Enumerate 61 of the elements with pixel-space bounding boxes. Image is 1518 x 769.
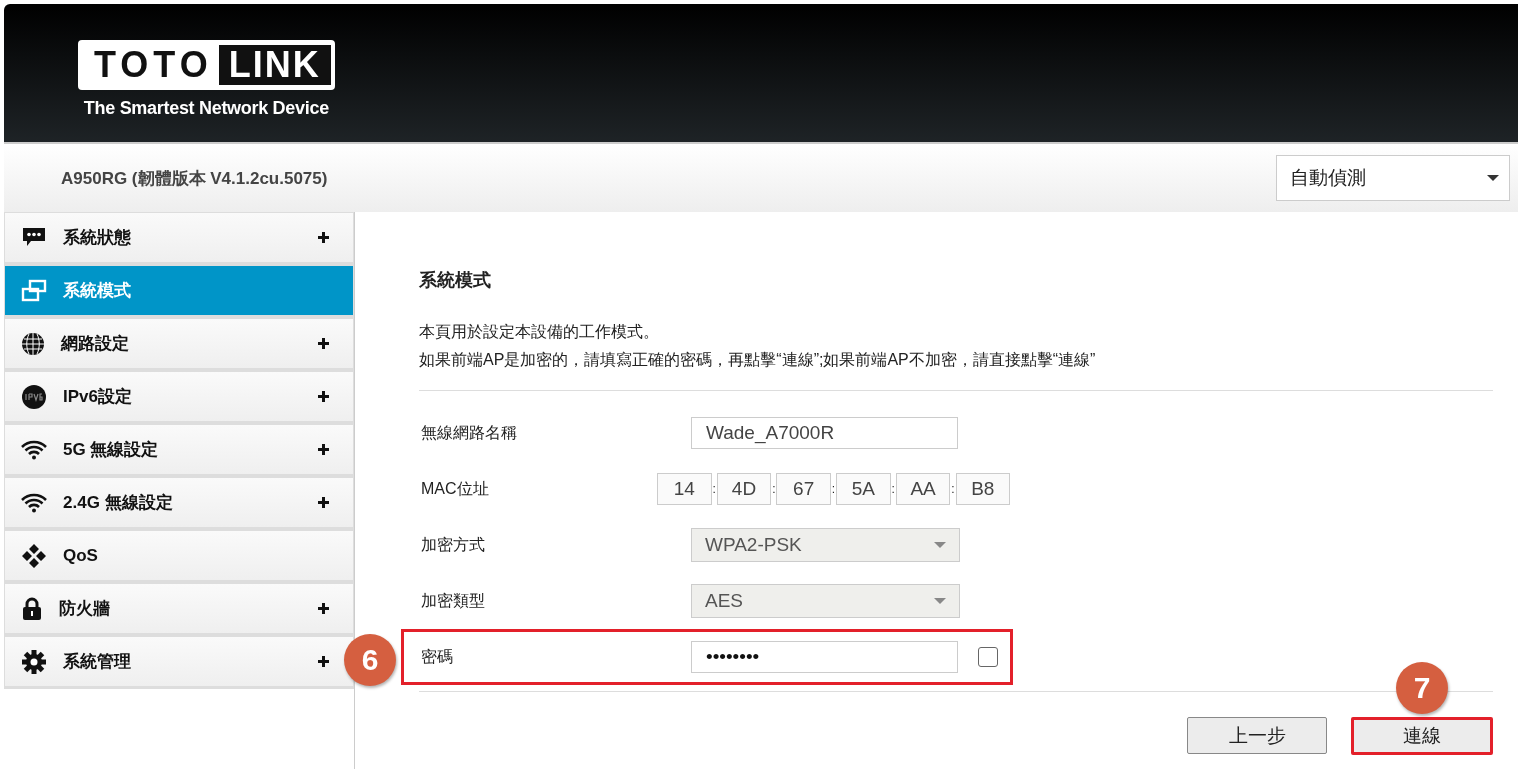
password-field[interactable]: •••••••• bbox=[691, 641, 958, 673]
diamonds-icon bbox=[21, 542, 47, 569]
firmware-title: A950RG (韌體版本 V4.1.2cu.5075) bbox=[61, 167, 328, 190]
mac-octet-field[interactable]: B8 bbox=[955, 473, 1010, 505]
sidebar-label: 系統管理 bbox=[63, 651, 132, 673]
sidebar-item[interactable]: QoS bbox=[4, 530, 354, 583]
logo-text: TOTO bbox=[94, 44, 213, 86]
mac-octet-field[interactable]: 14 bbox=[657, 473, 712, 505]
sidebar-label: QoS bbox=[63, 545, 99, 566]
sidebar-label: 防火牆 bbox=[59, 598, 111, 620]
colon-separator: : bbox=[711, 482, 717, 496]
colon-separator: : bbox=[890, 482, 896, 496]
sidebar-item[interactable]: 系統管理 bbox=[4, 636, 354, 689]
sidebar-label: IPv6設定 bbox=[63, 386, 133, 408]
action-button[interactable]: 連線 bbox=[1351, 717, 1493, 755]
ipv6-icon bbox=[21, 383, 47, 410]
page-title: 系統模式 bbox=[419, 269, 492, 292]
step-badge: 7 bbox=[1396, 662, 1448, 714]
sidebar-item[interactable]: IPv6設定 bbox=[4, 371, 354, 424]
field-label: 加密方式 bbox=[421, 534, 486, 555]
caret-icon bbox=[934, 542, 946, 548]
sidebar-label: 系統狀態 bbox=[63, 227, 132, 249]
lock-icon bbox=[21, 596, 43, 621]
sidebar-item[interactable]: 2.4G 無線設定 bbox=[4, 477, 354, 530]
caret-icon bbox=[1487, 175, 1499, 181]
windows-icon bbox=[21, 278, 47, 303]
action-button[interactable]: 上一步 bbox=[1187, 717, 1327, 754]
wifi-icon bbox=[21, 492, 47, 513]
description-text: 如果前端AP是加密的，請填寫正確的密碼，再點擊“連線”;如果前端AP不加密，請直接點擊“連線” bbox=[419, 350, 1097, 370]
wifi-icon bbox=[21, 439, 47, 460]
mac-octet-field[interactable]: 4D bbox=[716, 473, 772, 505]
sidebar-label: 網路設定 bbox=[61, 333, 130, 355]
sidebar-item[interactable]: 防火牆 bbox=[4, 583, 354, 636]
description-text: 本頁用於設定本設備的工作模式。 bbox=[419, 322, 660, 342]
caret-icon bbox=[934, 598, 946, 604]
language-dropdown[interactable]: 自動偵測 bbox=[1276, 155, 1510, 201]
mac-octet-field[interactable]: 67 bbox=[776, 473, 831, 505]
logo-text: LINK bbox=[218, 45, 331, 85]
sidebar-item[interactable]: 5G 無線設定 bbox=[4, 424, 354, 477]
field-label: 密碼 bbox=[421, 646, 454, 667]
step-badge: 6 bbox=[344, 634, 396, 686]
mac-octet-field[interactable]: 5A bbox=[836, 473, 891, 505]
sidebar-item[interactable]: 網路設定 bbox=[4, 318, 354, 371]
logo-tagline: The Smartest Network Device bbox=[83, 98, 329, 119]
sidebar-label: 5G 無線設定 bbox=[63, 439, 160, 461]
sidebar-label: 2.4G 無線設定 bbox=[63, 492, 174, 514]
gear-icon bbox=[21, 648, 47, 675]
colon-separator: : bbox=[771, 482, 777, 496]
colon-separator: : bbox=[950, 482, 956, 496]
sidebar-item[interactable]: 系統狀態 bbox=[4, 212, 354, 265]
mac-octet-field[interactable]: AA bbox=[895, 473, 951, 505]
field-label: MAC位址 bbox=[421, 478, 490, 499]
show-password-checkbox[interactable] bbox=[978, 647, 998, 667]
globe-icon bbox=[21, 331, 45, 356]
field-label: 無線網路名稱 bbox=[421, 422, 518, 443]
field-label: 加密類型 bbox=[421, 590, 486, 611]
dropdown[interactable]: WPA2-PSK bbox=[691, 528, 960, 562]
dropdown[interactable]: AES bbox=[691, 584, 960, 618]
colon-separator: : bbox=[830, 482, 837, 496]
sidebar-label: 系統模式 bbox=[63, 280, 132, 302]
input-field[interactable]: Wade_A7000R bbox=[691, 417, 958, 449]
